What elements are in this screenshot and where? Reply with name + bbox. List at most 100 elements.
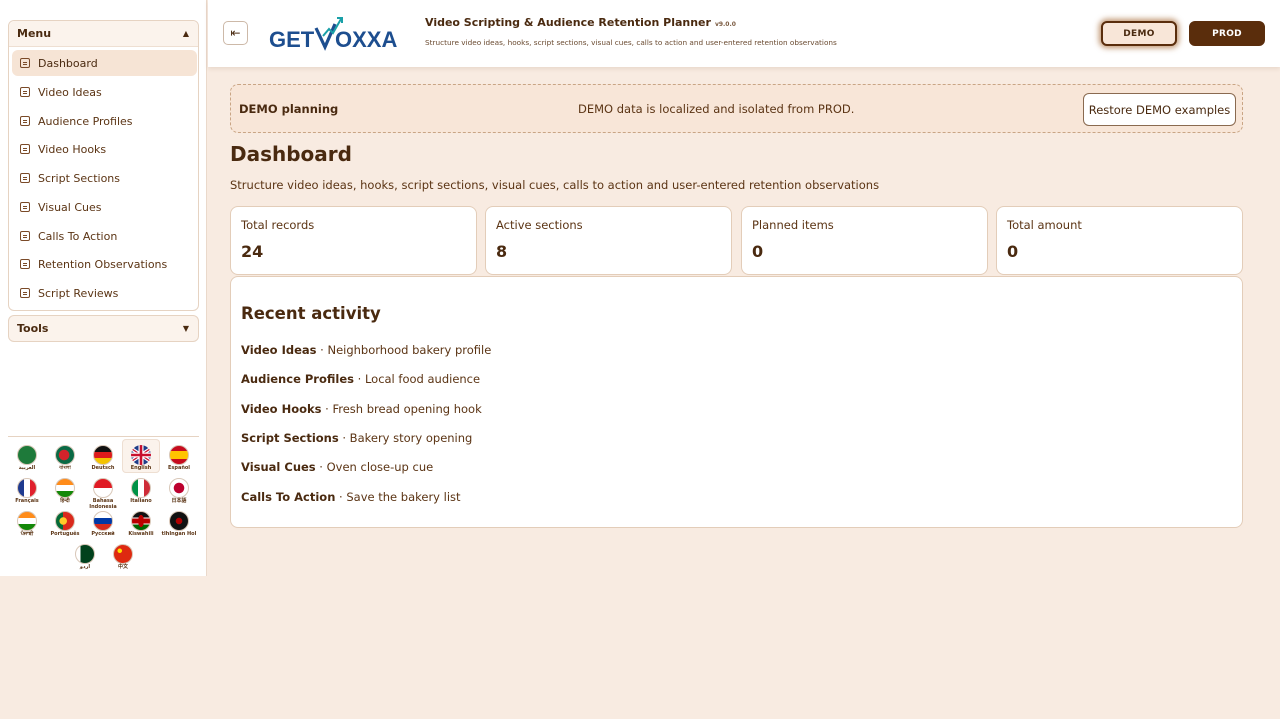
flag-india-icon bbox=[17, 511, 37, 531]
collapse-menu-icon: ⇤ bbox=[230, 26, 241, 40]
language-chinese[interactable]: 中文 bbox=[104, 538, 142, 572]
logo-text-get: GET bbox=[269, 27, 315, 52]
flag-indonesia-icon bbox=[93, 478, 113, 498]
language-french[interactable]: Français bbox=[8, 472, 46, 506]
caret-down-icon[interactable]: ▼ bbox=[183, 324, 189, 333]
flag-france-icon bbox=[17, 478, 37, 498]
language-italian[interactable]: Italiano bbox=[122, 472, 160, 506]
language-urdu[interactable]: اردو bbox=[66, 538, 104, 572]
recent-activity-title: Recent activity bbox=[241, 304, 381, 323]
language-hindi[interactable]: हिन्दी bbox=[46, 472, 84, 506]
language-english[interactable]: English bbox=[122, 439, 160, 473]
language-klingon[interactable]: tlhIngan Hol bbox=[160, 505, 198, 539]
activity-type: Audience Profiles bbox=[241, 372, 354, 386]
language-label: Deutsch bbox=[91, 465, 115, 471]
language-indonesian[interactable]: Bahasa Indonesia bbox=[84, 472, 122, 509]
sidebar-item-video-ideas[interactable]: Video Ideas bbox=[12, 79, 197, 105]
sidebar-item-label: Dashboard bbox=[38, 56, 98, 70]
language-label: ਪੰਜਾਬੀ bbox=[20, 531, 34, 537]
activity-type: Video Hooks bbox=[241, 402, 322, 416]
tools-title: Tools bbox=[17, 322, 49, 335]
stat-card-total-records: Total records 24 bbox=[230, 206, 477, 275]
activity-type: Calls To Action bbox=[241, 490, 336, 504]
language-label: Kiswahili bbox=[128, 531, 154, 537]
language-japanese[interactable]: 日本語 bbox=[160, 472, 198, 506]
logo-text-oxxa: OXXA bbox=[335, 27, 397, 52]
prod-button[interactable]: PROD bbox=[1189, 21, 1265, 46]
sidebar-item-video-hooks[interactable]: Video Hooks bbox=[12, 136, 197, 162]
banner-text: DEMO data is localized and isolated from… bbox=[578, 102, 855, 116]
app-title: Video Scripting & Audience Retention Pla… bbox=[425, 16, 736, 29]
sidebar-item-calls-to-action[interactable]: Calls To Action bbox=[12, 223, 197, 249]
document-icon bbox=[20, 87, 30, 97]
flag-bangladesh-icon bbox=[55, 445, 75, 465]
language-label: हिन्दी bbox=[60, 498, 70, 504]
document-icon bbox=[20, 144, 30, 154]
activity-type: Video Ideas bbox=[241, 343, 317, 357]
language-russian[interactable]: Русский bbox=[84, 505, 122, 539]
activity-item: Audience Profiles · Local food audience bbox=[241, 372, 480, 386]
menu-panel: Menu ▲ Dashboard Video Ideas Audience Pr… bbox=[8, 20, 199, 311]
sidebar-item-script-sections[interactable]: Script Sections bbox=[12, 165, 197, 191]
language-label: العربية bbox=[18, 465, 36, 471]
tools-panel[interactable]: Tools ▼ bbox=[8, 315, 199, 342]
demo-banner: DEMO planning DEMO data is localized and… bbox=[230, 84, 1243, 133]
document-icon bbox=[20, 202, 30, 212]
flag-saudi-arabia-icon bbox=[17, 445, 37, 465]
activity-type: Script Sections bbox=[241, 431, 339, 445]
document-icon bbox=[20, 259, 30, 269]
demo-button[interactable]: DEMO bbox=[1101, 21, 1177, 46]
language-swahili[interactable]: Kiswahili bbox=[122, 505, 160, 539]
tools-header[interactable]: Tools ▼ bbox=[9, 316, 198, 341]
flag-uk-icon bbox=[131, 445, 151, 465]
collapse-sidebar-button[interactable]: ⇤ bbox=[223, 21, 248, 45]
sidebar-item-script-reviews[interactable]: Script Reviews bbox=[12, 280, 197, 306]
language-label: English bbox=[130, 465, 152, 471]
sidebar-item-label: Video Hooks bbox=[38, 142, 107, 156]
language-label: 中文 bbox=[117, 564, 128, 570]
sidebar-item-label: Retention Observations bbox=[38, 257, 168, 271]
flag-germany-icon bbox=[93, 445, 113, 465]
language-german[interactable]: Deutsch bbox=[84, 439, 122, 473]
stat-card-total-amount: Total amount 0 bbox=[996, 206, 1243, 275]
stat-label: Total records bbox=[241, 218, 315, 232]
language-label: 日本語 bbox=[171, 498, 187, 504]
page-title: Dashboard bbox=[230, 142, 352, 166]
activity-text: · Save the bakery list bbox=[335, 490, 461, 504]
app-version: v9.0.0 bbox=[714, 21, 736, 28]
activity-text: · Bakery story opening bbox=[338, 431, 473, 445]
language-label: Italiano bbox=[130, 498, 152, 504]
sidebar-item-dashboard[interactable]: Dashboard bbox=[12, 50, 197, 76]
document-icon bbox=[20, 116, 30, 126]
language-punjabi[interactable]: ਪੰਜਾਬੀ bbox=[8, 505, 46, 539]
activity-text: · Oven close-up cue bbox=[315, 460, 434, 474]
app-subtitle: Structure video ideas, hooks, script sec… bbox=[425, 38, 837, 47]
stat-label: Planned items bbox=[752, 218, 834, 232]
language-bangla[interactable]: বাংলা bbox=[46, 439, 84, 473]
flag-japan-icon bbox=[169, 478, 189, 498]
language-arabic[interactable]: العربية bbox=[8, 439, 46, 473]
sidebar-item-retention-observations[interactable]: Retention Observations bbox=[12, 251, 197, 277]
language-spanish[interactable]: Español bbox=[160, 439, 198, 473]
restore-demo-button[interactable]: Restore DEMO examples bbox=[1083, 93, 1236, 126]
document-icon bbox=[20, 231, 30, 241]
flag-italy-icon bbox=[131, 478, 151, 498]
sidebar-item-visual-cues[interactable]: Visual Cues bbox=[12, 194, 197, 220]
banner-title: DEMO planning bbox=[239, 102, 339, 116]
language-label: اردو bbox=[79, 564, 91, 570]
sidebar-item-audience-profiles[interactable]: Audience Profiles bbox=[12, 108, 197, 134]
app-title-text: Video Scripting & Audience Retention Pla… bbox=[425, 16, 711, 29]
flag-portugal-icon bbox=[55, 511, 75, 531]
menu-header[interactable]: Menu ▲ bbox=[9, 21, 198, 47]
menu-title: Menu bbox=[17, 27, 52, 40]
stat-value: 24 bbox=[241, 242, 264, 261]
language-label: Español bbox=[167, 465, 191, 471]
document-icon bbox=[20, 58, 30, 68]
stat-card-planned-items: Planned items 0 bbox=[741, 206, 988, 275]
language-portuguese[interactable]: Português bbox=[46, 505, 84, 539]
sidebar-item-label: Script Reviews bbox=[38, 286, 119, 300]
flag-china-icon bbox=[113, 544, 133, 564]
activity-item: Script Sections · Bakery story opening bbox=[241, 431, 472, 445]
document-icon bbox=[20, 288, 30, 298]
caret-up-icon[interactable]: ▲ bbox=[183, 29, 189, 38]
